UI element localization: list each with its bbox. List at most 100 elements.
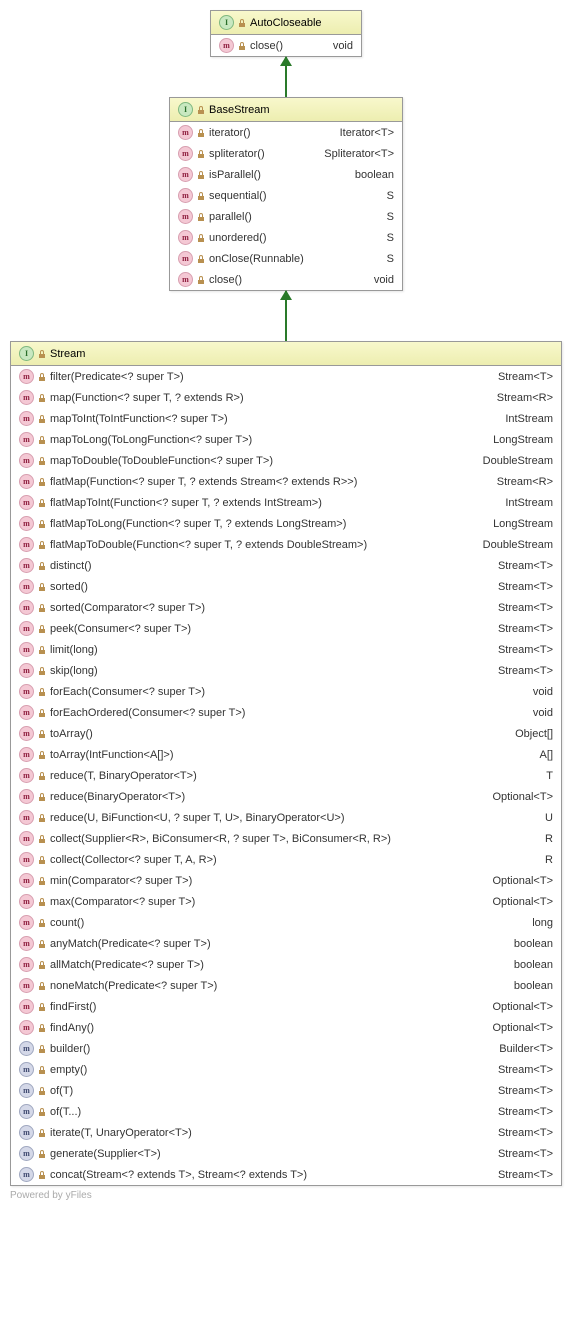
member-row[interactable]: mflatMapToInt(Function<? super T, ? exte…	[11, 492, 561, 513]
return-type: U	[545, 812, 553, 824]
member-row[interactable]: mtoArray(IntFunction<A[]>)A[]	[11, 744, 561, 765]
member-row[interactable]: mbuilder()Builder<T>	[11, 1038, 561, 1059]
member-row[interactable]: mallMatch(Predicate<? super T>)boolean	[11, 954, 561, 975]
lock-icon	[197, 255, 205, 263]
member-name: empty()	[50, 1064, 87, 1076]
member-name: count()	[50, 917, 84, 929]
member-row[interactable]: mfindAny()Optional<T>	[11, 1017, 561, 1038]
class-name: Stream	[50, 348, 85, 360]
member-row[interactable]: mmap(Function<? super T, ? extends R>)St…	[11, 387, 561, 408]
lock-icon	[38, 646, 46, 654]
member-row[interactable]: mclose()void	[170, 269, 402, 290]
member-row[interactable]: mspliterator()Spliterator<T>	[170, 143, 402, 164]
member-row[interactable]: mempty()Stream<T>	[11, 1059, 561, 1080]
method-icon: m	[19, 1020, 34, 1035]
method-icon: m	[19, 936, 34, 951]
lock-icon	[238, 19, 246, 27]
member-row[interactable]: miterate(T, UnaryOperator<T>)Stream<T>	[11, 1122, 561, 1143]
member-name: findAny()	[50, 1022, 94, 1034]
return-type: Stream<R>	[497, 392, 553, 404]
lock-icon	[38, 478, 46, 486]
member-row[interactable]: mmax(Comparator<? super T>)Optional<T>	[11, 891, 561, 912]
return-type: Spliterator<T>	[324, 148, 394, 160]
member-row[interactable]: mflatMap(Function<? super T, ? extends S…	[11, 471, 561, 492]
member-row[interactable]: mnoneMatch(Predicate<? super T>)boolean	[11, 975, 561, 996]
member-row[interactable]: mmapToLong(ToLongFunction<? super T>)Lon…	[11, 429, 561, 450]
lock-icon	[197, 171, 205, 179]
method-icon: m	[19, 579, 34, 594]
member-row[interactable]: munordered()S	[170, 227, 402, 248]
member-row[interactable]: mlimit(long)Stream<T>	[11, 639, 561, 660]
member-name: flatMap(Function<? super T, ? extends St…	[50, 476, 357, 488]
member-row[interactable]: mforEach(Consumer<? super T>)void	[11, 681, 561, 702]
lock-icon	[38, 856, 46, 864]
member-row[interactable]: mcollect(Supplier<R>, BiConsumer<R, ? su…	[11, 828, 561, 849]
return-type: void	[533, 707, 553, 719]
lock-icon	[38, 709, 46, 717]
static-method-icon: m	[19, 1167, 34, 1182]
lock-icon	[38, 457, 46, 465]
member-row[interactable]: misParallel()boolean	[170, 164, 402, 185]
member-row[interactable]: mforEachOrdered(Consumer<? super T>)void	[11, 702, 561, 723]
member-name: flatMapToLong(Function<? super T, ? exte…	[50, 518, 346, 530]
interface-icon: I	[178, 102, 193, 117]
member-name: sorted()	[50, 581, 88, 593]
static-method-icon: m	[19, 1062, 34, 1077]
class-autocloseable[interactable]: I AutoCloseable mclose()void	[210, 10, 362, 57]
lock-icon	[38, 688, 46, 696]
member-row[interactable]: mreduce(U, BiFunction<U, ? super T, U>, …	[11, 807, 561, 828]
method-icon: m	[19, 663, 34, 678]
lock-icon	[38, 793, 46, 801]
lock-icon	[38, 814, 46, 822]
member-row[interactable]: mparallel()S	[170, 206, 402, 227]
member-row[interactable]: mfilter(Predicate<? super T>)Stream<T>	[11, 366, 561, 387]
member-row[interactable]: mfindFirst()Optional<T>	[11, 996, 561, 1017]
return-type: Stream<T>	[498, 665, 553, 677]
class-stream[interactable]: I Stream mfilter(Predicate<? super T>)St…	[10, 341, 562, 1186]
member-row[interactable]: mcollect(Collector<? super T, A, R>)R	[11, 849, 561, 870]
member-row[interactable]: mclose()void	[211, 35, 361, 56]
member-row[interactable]: mskip(long)Stream<T>	[11, 660, 561, 681]
member-row[interactable]: mpeek(Consumer<? super T>)Stream<T>	[11, 618, 561, 639]
member-name: builder()	[50, 1043, 90, 1055]
class-basestream[interactable]: I BaseStream miterator()Iterator<T>mspli…	[169, 97, 403, 291]
member-row[interactable]: msorted()Stream<T>	[11, 576, 561, 597]
member-row[interactable]: manyMatch(Predicate<? super T>)boolean	[11, 933, 561, 954]
lock-icon	[38, 1024, 46, 1032]
method-icon: m	[19, 684, 34, 699]
member-row[interactable]: mof(T...)Stream<T>	[11, 1101, 561, 1122]
static-method-icon: m	[19, 1104, 34, 1119]
member-row[interactable]: mtoArray()Object[]	[11, 723, 561, 744]
member-row[interactable]: msequential()S	[170, 185, 402, 206]
member-row[interactable]: msorted(Comparator<? super T>)Stream<T>	[11, 597, 561, 618]
member-row[interactable]: mreduce(BinaryOperator<T>)Optional<T>	[11, 786, 561, 807]
member-row[interactable]: mmapToInt(ToIntFunction<? super T>)IntSt…	[11, 408, 561, 429]
member-row[interactable]: m flatMapToLong(Function<? super T, ? ext…	[11, 513, 561, 534]
return-type: DoubleStream	[483, 455, 553, 467]
lock-icon	[38, 1108, 46, 1116]
member-row[interactable]: mgenerate(Supplier<T>)Stream<T>	[11, 1143, 561, 1164]
member-row[interactable]: miterator()Iterator<T>	[170, 122, 402, 143]
lock-icon	[197, 150, 205, 158]
member-row[interactable]: mflatMapToDouble(Function<? super T, ? e…	[11, 534, 561, 555]
method-icon: m	[19, 516, 34, 531]
member-row[interactable]: mdistinct()Stream<T>	[11, 555, 561, 576]
method-icon: m	[178, 188, 193, 203]
member-name: of(T)	[50, 1085, 73, 1097]
lock-icon	[238, 42, 246, 50]
members-list: miterator()Iterator<T>mspliterator()Spli…	[170, 122, 402, 290]
member-row[interactable]: mmapToDouble(ToDoubleFunction<? super T>…	[11, 450, 561, 471]
inheritance-arrow	[285, 57, 287, 97]
lock-icon	[38, 730, 46, 738]
member-row[interactable]: mcount()long	[11, 912, 561, 933]
member-row[interactable]: mmin(Comparator<? super T>)Optional<T>	[11, 870, 561, 891]
method-icon: m	[19, 453, 34, 468]
member-name: concat(Stream<? extends T>, Stream<? ext…	[50, 1169, 307, 1181]
member-row[interactable]: mreduce(T, BinaryOperator<T>)T	[11, 765, 561, 786]
member-row[interactable]: monClose(Runnable)S	[170, 248, 402, 269]
member-row[interactable]: m concat(Stream<? extends T>, Stream<? ex…	[11, 1164, 561, 1185]
method-icon: m	[178, 230, 193, 245]
class-name: BaseStream	[209, 104, 270, 116]
lock-icon	[38, 835, 46, 843]
member-row[interactable]: mof(T)Stream<T>	[11, 1080, 561, 1101]
